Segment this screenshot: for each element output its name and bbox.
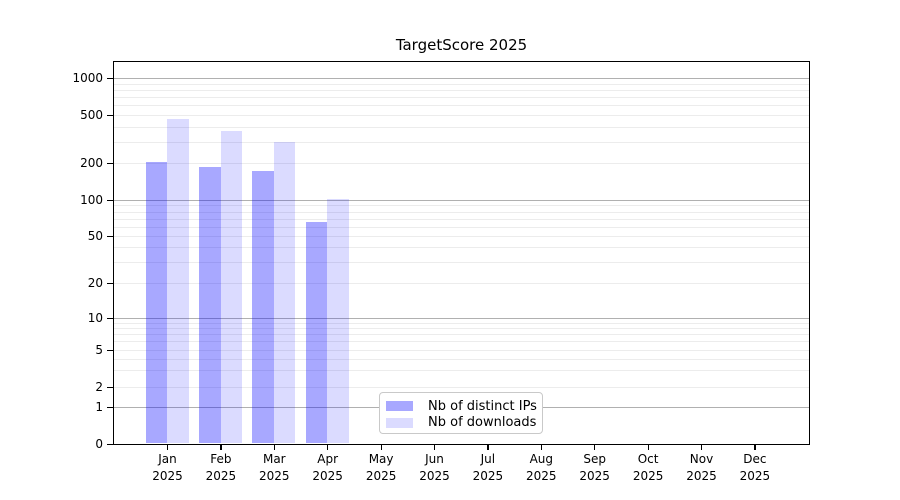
y-tick-label-200: 200 bbox=[80, 155, 103, 170]
minor-gridline-500 bbox=[114, 115, 809, 117]
x-tick-mark-may bbox=[380, 445, 382, 450]
legend: Nb of distinct IPs Nb of downloads bbox=[379, 392, 543, 434]
legend-label: Nb of distinct IPs bbox=[428, 398, 537, 414]
y-tick-mark-1000 bbox=[107, 77, 113, 80]
y-tick-mark-0 bbox=[107, 443, 113, 446]
minor-gridline-600 bbox=[114, 105, 809, 107]
minor-gridline-900 bbox=[114, 83, 809, 85]
y-tick-label-100: 100 bbox=[80, 192, 103, 207]
bar-apr-distinct-ips bbox=[305, 221, 328, 444]
y-tick-mark-2 bbox=[107, 386, 113, 388]
plot-area bbox=[113, 61, 810, 445]
major-gridline-1000 bbox=[114, 78, 809, 79]
x-tick-mark-dec bbox=[754, 445, 756, 450]
legend-item-distinct-ips: Nb of distinct IPs bbox=[380, 398, 542, 415]
x-tick-mark-oct bbox=[647, 445, 649, 450]
bar-mar-downloads bbox=[273, 141, 296, 444]
y-tick-label-50: 50 bbox=[87, 229, 103, 243]
x-tick-year: 2025 bbox=[739, 468, 771, 483]
y-tick-label-1000: 1000 bbox=[72, 70, 103, 85]
x-tick-label-dec: Dec 2025 bbox=[723, 451, 787, 484]
legend-swatch-icon bbox=[386, 417, 413, 428]
legend-label: Nb of downloads bbox=[428, 415, 537, 431]
y-tick-mark-50 bbox=[107, 236, 113, 238]
x-tick-mark-apr bbox=[327, 445, 329, 450]
minor-gridline-700 bbox=[114, 97, 809, 99]
y-tick-mark-500 bbox=[107, 115, 113, 117]
x-tick-mark-feb bbox=[220, 445, 222, 450]
minor-gridline-200 bbox=[114, 162, 809, 164]
y-tick-label-500: 500 bbox=[80, 108, 103, 123]
y-tick-mark-10 bbox=[107, 318, 113, 320]
x-tick-mark-aug bbox=[540, 445, 542, 450]
y-tick-label-2: 2 bbox=[95, 379, 103, 394]
bar-apr-downloads bbox=[327, 198, 349, 444]
bar-jan-distinct-ips bbox=[145, 162, 168, 444]
y-tick-mark-20 bbox=[107, 282, 113, 284]
x-tick-mark-nov bbox=[700, 445, 703, 450]
y-tick-label-5: 5 bbox=[95, 342, 103, 357]
legend-item-downloads: Nb of downloads bbox=[380, 415, 542, 432]
y-tick-label-0: 0 bbox=[95, 436, 103, 451]
x-tick-mark-mar bbox=[273, 445, 275, 450]
minor-gridline-300 bbox=[114, 141, 809, 143]
chart-figure: TargetScore 2025 0 1 2 5 10 20 50 100 200 500 1000… bbox=[0, 0, 900, 500]
chart-title: TargetScore 2025 bbox=[395, 36, 528, 54]
y-tick-mark-200 bbox=[107, 162, 113, 164]
x-tick-mark-jul bbox=[487, 445, 489, 450]
x-tick-mark-jun bbox=[433, 445, 436, 450]
x-tick-month: Dec bbox=[743, 452, 767, 466]
bar-mar-distinct-ips bbox=[252, 171, 274, 444]
x-tick-mark-jan bbox=[166, 445, 169, 450]
bar-feb-downloads bbox=[220, 131, 242, 444]
minor-gridline-800 bbox=[114, 89, 809, 91]
bar-feb-distinct-ips bbox=[199, 166, 221, 444]
y-tick-label-10: 10 bbox=[87, 311, 103, 325]
y-tick-mark-5 bbox=[107, 349, 113, 351]
legend-swatch-icon bbox=[386, 401, 413, 412]
y-tick-label-20: 20 bbox=[87, 275, 103, 290]
bar-jan-downloads bbox=[167, 118, 189, 444]
y-tick-mark-1 bbox=[107, 406, 113, 408]
y-tick-label-1: 1 bbox=[95, 399, 103, 414]
y-tick-mark-100 bbox=[107, 199, 113, 202]
x-tick-mark-sep bbox=[594, 445, 596, 450]
minor-gridline-400 bbox=[114, 126, 809, 128]
